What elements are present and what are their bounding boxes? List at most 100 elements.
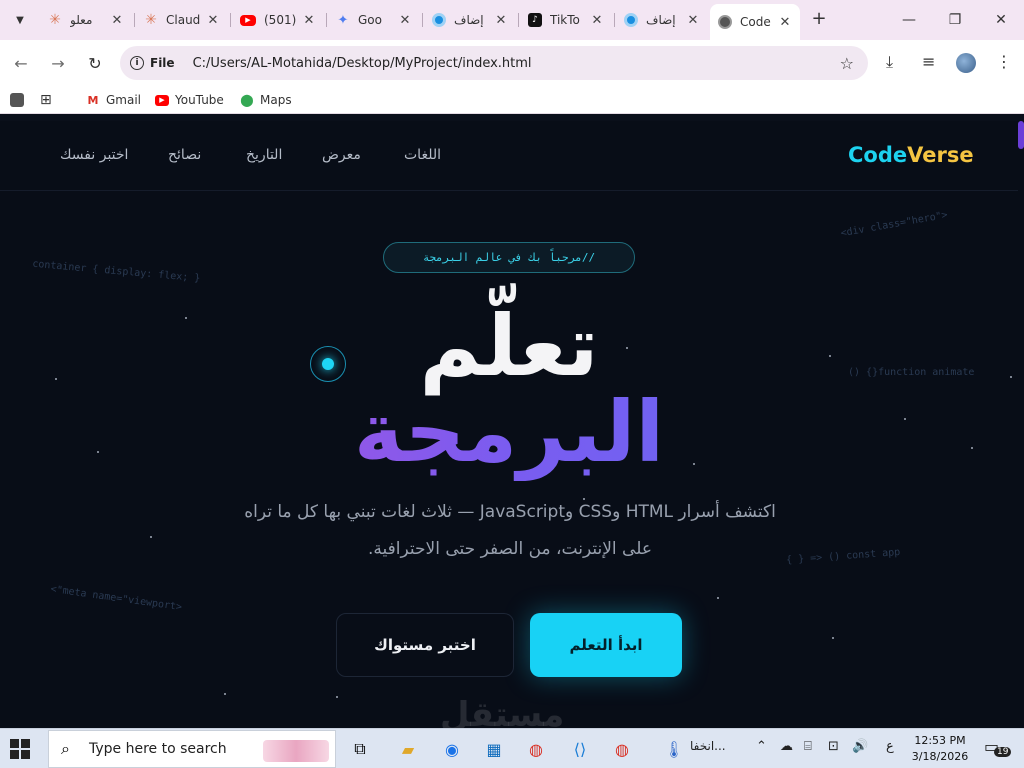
- media-control-icon[interactable]: ≡: [922, 52, 935, 71]
- youtube-icon: ▶: [240, 14, 256, 26]
- mostaql-watermark: مستقل: [440, 695, 565, 728]
- tab-5[interactable]: ♪ TikTo ✕: [520, 6, 612, 34]
- site-header: اختبر نفسك نصائح التاريخ معرض اللغات Cod…: [0, 121, 1018, 191]
- bookmark-maps[interactable]: ⬤ Maps: [240, 93, 292, 107]
- circle-blue-icon: [432, 13, 446, 27]
- nav-link-languages[interactable]: اللغات: [404, 147, 441, 163]
- cloud-icon[interactable]: ☁: [780, 739, 793, 754]
- close-icon[interactable]: ✕: [778, 15, 792, 30]
- new-tab-button[interactable]: +: [808, 8, 830, 30]
- back-button[interactable]: ←: [8, 50, 34, 76]
- menu-kebab-icon[interactable]: ⋮: [996, 52, 1012, 71]
- gmail-icon: M: [87, 93, 99, 107]
- hero-title-line2: البرمجة: [0, 383, 1018, 481]
- windows-taskbar: ⌕ Type here to search ⧉ ▰ ◉ ▦ ◍ ⟨⟩ ◍ 🌡 ا…: [0, 728, 1024, 768]
- tab-title: Code: [740, 15, 771, 29]
- tab-0[interactable]: ✳ معلو ✕: [40, 6, 132, 34]
- bookmark-youtube[interactable]: ▶ YouTube: [155, 93, 224, 107]
- chrome-icon[interactable]: ◍: [522, 735, 550, 763]
- nav-link-gallery[interactable]: معرض: [322, 147, 361, 163]
- tab-7-active[interactable]: Code ✕: [710, 4, 800, 40]
- maps-icon: ⬤: [240, 93, 254, 107]
- start-learning-button[interactable]: ابدأ التعلم: [530, 613, 682, 677]
- blossom-decoration-icon: [263, 740, 329, 762]
- zoom-app-icon[interactable]: ◉: [438, 735, 466, 763]
- tab-1[interactable]: ✳ Claud ✕: [136, 6, 228, 34]
- close-icon[interactable]: ✕: [590, 13, 604, 28]
- bookmark-label: Gmail: [106, 93, 142, 107]
- tab-2[interactable]: ▶ (501) ✕: [232, 6, 324, 34]
- clock[interactable]: 12:53 PM 3/18/2026: [908, 733, 972, 765]
- bookmark-star-icon[interactable]: ☆: [840, 54, 854, 73]
- task-view-icon[interactable]: ⧉: [346, 735, 374, 763]
- claude-burst-icon: ✳: [49, 12, 61, 28]
- network-icon[interactable]: ⊡: [828, 739, 839, 754]
- close-icon[interactable]: ✕: [110, 13, 124, 28]
- weather-label[interactable]: انخفا...: [690, 739, 726, 753]
- hero-title-line1: تعلّم: [419, 297, 599, 395]
- tab-search-button[interactable]: ▼: [8, 8, 32, 32]
- close-icon[interactable]: ✕: [686, 13, 700, 28]
- hero-lead-line2: على الإنترنت، من الصفر حتى الاحترافية.: [368, 539, 652, 559]
- url-text[interactable]: C:/Users/AL-Motahida/Desktop/MyProject/i…: [193, 56, 532, 71]
- bookmark-label: Maps: [260, 93, 292, 107]
- claude-burst-icon: ✳: [145, 12, 157, 28]
- language-indicator[interactable]: ع: [886, 739, 894, 754]
- clock-date: 3/18/2026: [911, 750, 969, 763]
- site-info-chip[interactable]: i File: [130, 56, 175, 70]
- bookmarks-bar: [0, 86, 1024, 114]
- search-placeholder: Type here to search: [89, 741, 227, 757]
- tab-title: معلو: [70, 13, 93, 27]
- vscode-icon[interactable]: ⟨⟩: [566, 735, 594, 763]
- minimize-button[interactable]: —: [886, 0, 932, 40]
- volume-icon[interactable]: 🔊: [852, 739, 868, 754]
- tab-4[interactable]: إضاف ✕: [424, 6, 516, 34]
- gemini-icon: ✦: [337, 12, 349, 28]
- code-decoration: container { display: flex; }: [31, 258, 201, 285]
- scheme-label: File: [150, 56, 175, 70]
- nav-link-quiz[interactable]: اختبر نفسك: [60, 147, 128, 163]
- hero-lead-line1: اكتشف أسرار HTML وCSS وJavaScript — ثلاث…: [244, 502, 776, 522]
- windows-start-icon[interactable]: [10, 739, 30, 759]
- apps-square-icon[interactable]: [10, 93, 30, 107]
- close-icon[interactable]: ✕: [494, 13, 508, 28]
- apps-grid-icon[interactable]: ⊞: [40, 92, 52, 108]
- info-icon: i: [130, 56, 144, 70]
- nav-link-history[interactable]: التاريخ: [246, 147, 282, 163]
- profile-avatar[interactable]: [956, 53, 976, 73]
- file-explorer-icon[interactable]: ▰: [394, 735, 422, 763]
- taskbar-search-box[interactable]: ⌕ Type here to search: [48, 730, 336, 768]
- logo-code: Code: [848, 143, 908, 167]
- youtube-icon: ▶: [155, 94, 169, 106]
- tab-6[interactable]: إضاف ✕: [616, 6, 708, 34]
- tiktok-icon: ♪: [528, 13, 542, 27]
- bookmark-label: YouTube: [175, 93, 224, 107]
- tab-title: Goo: [358, 13, 382, 27]
- camera-icon[interactable]: ⌸: [804, 739, 812, 754]
- close-icon[interactable]: ✕: [302, 13, 316, 28]
- forward-button[interactable]: →: [45, 50, 71, 76]
- address-bar[interactable]: i File C:/Users/AL-Motahida/Desktop/MyPr…: [120, 46, 868, 80]
- tab-title: إضاف: [646, 13, 676, 27]
- welcome-badge: //مرحباً بك في عالم البرمجة: [383, 242, 635, 273]
- chevron-up-icon[interactable]: ⌃: [756, 739, 767, 754]
- test-level-button[interactable]: اختبر مستواك: [336, 613, 514, 677]
- bookmark-gmail[interactable]: M Gmail: [86, 93, 142, 107]
- close-window-button[interactable]: ✕: [978, 0, 1024, 40]
- thermometer-icon[interactable]: 🌡: [660, 735, 688, 763]
- site-logo[interactable]: CodeVerse: [848, 143, 974, 167]
- download-icon[interactable]: ⤓: [886, 52, 893, 72]
- close-icon[interactable]: ✕: [398, 13, 412, 28]
- close-icon[interactable]: ✕: [206, 13, 220, 28]
- reload-button[interactable]: ↻: [82, 50, 108, 76]
- tab-title: Claud: [166, 13, 201, 27]
- store-icon[interactable]: ▦: [480, 735, 508, 763]
- tab-title: إضاف: [454, 13, 484, 27]
- nav-link-tips[interactable]: نصائح: [168, 147, 201, 163]
- globe-icon: [718, 15, 732, 29]
- code-decoration: <"meta name="viewport>: [49, 583, 183, 614]
- tab-3[interactable]: ✦ Goo ✕: [328, 6, 420, 34]
- restore-button[interactable]: ❐: [932, 0, 978, 40]
- circle-blue-icon: [624, 13, 638, 27]
- chrome-icon[interactable]: ◍: [608, 735, 636, 763]
